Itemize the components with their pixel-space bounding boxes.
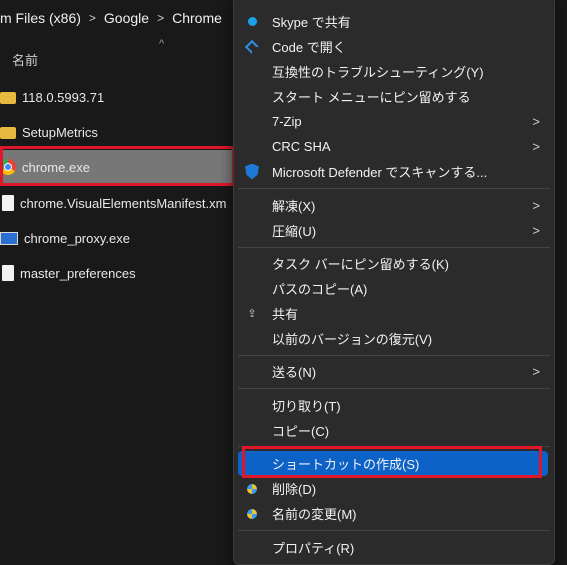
menu-item-pin-start[interactable]: スタート メニューにピン留めする (238, 84, 548, 109)
menu-item-extract[interactable]: 解凍(X) > (238, 193, 548, 218)
skype-icon (244, 14, 260, 30)
document-icon (2, 265, 14, 281)
menu-item-restore-versions[interactable]: 以前のバージョンの復元(V) (238, 326, 548, 351)
menu-item-create-shortcut[interactable]: ショートカットの作成(S) (238, 451, 548, 476)
column-header-name[interactable]: 名前 (12, 50, 38, 69)
menu-item-crc-sha[interactable]: CRC SHA > (238, 134, 548, 159)
menu-item-copy[interactable]: コピー(C) (238, 418, 548, 443)
menu-item-properties[interactable]: プロパティ(R) (238, 535, 548, 560)
list-item[interactable]: chrome.VisualElementsManifest.xm (0, 186, 240, 220)
menu-item-defender-scan[interactable]: Microsoft Defender でスキャンする... (238, 159, 548, 184)
menu-divider (238, 188, 550, 189)
document-icon (2, 195, 14, 211)
uac-shield-icon (244, 506, 260, 522)
menu-item-rename[interactable]: 名前の変更(M) (238, 501, 548, 526)
list-item[interactable]: 118.0.5993.71 (0, 80, 240, 114)
file-name: master_preferences (20, 265, 136, 281)
menu-item-copy-path[interactable]: パスのコピー(A) (238, 276, 548, 301)
menu-divider (238, 530, 550, 531)
chevron-right-icon: > (532, 223, 540, 238)
file-name: 118.0.5993.71 (22, 89, 105, 105)
chevron-right-icon: > (88, 11, 96, 25)
menu-divider (238, 247, 550, 248)
menu-item-cut[interactable]: 切り取り(T) (238, 393, 548, 418)
menu-item-7zip[interactable]: 7-Zip > (238, 109, 548, 134)
vscode-icon (244, 39, 260, 55)
file-name: chrome.exe (22, 159, 90, 175)
chevron-right-icon: > (532, 139, 540, 154)
breadcrumb-item-chrome[interactable]: Chrome (172, 10, 222, 26)
uac-shield-icon (244, 481, 260, 497)
chevron-right-icon: > (532, 198, 540, 213)
sort-ascending-icon: ^ (159, 38, 165, 50)
menu-item-send-to[interactable]: 送る(N) > (238, 359, 548, 384)
breadcrumb: m Files (x86) > Google > Chrome (0, 0, 260, 36)
file-name: SetupMetrics (22, 124, 98, 140)
list-item-selected[interactable]: chrome.exe (0, 150, 240, 184)
menu-divider (238, 388, 550, 389)
menu-item-share[interactable]: ⇪ 共有 (238, 301, 548, 326)
menu-item-open-with-code[interactable]: Code で開く (238, 34, 548, 59)
menu-divider (238, 446, 550, 447)
context-menu: Skype で共有 Code で開く 互換性のトラブルシューティング(Y) スタ… (233, 0, 555, 565)
menu-item-compatibility[interactable]: 互換性のトラブルシューティング(Y) (238, 59, 548, 84)
share-icon: ⇪ (247, 308, 257, 320)
menu-item-delete[interactable]: 削除(D) (238, 476, 548, 501)
folder-icon (0, 127, 16, 139)
list-item[interactable]: master_preferences (0, 256, 240, 290)
exe-icon (0, 231, 18, 245)
chevron-right-icon: > (157, 11, 165, 25)
menu-divider (238, 355, 550, 356)
list-item[interactable]: chrome_proxy.exe (0, 221, 240, 255)
menu-item-pin-taskbar[interactable]: タスク バーにピン留めする(K) (238, 251, 548, 276)
chrome-icon (0, 159, 16, 175)
file-name: chrome_proxy.exe (24, 230, 130, 246)
list-item[interactable]: SetupMetrics (0, 115, 240, 149)
chevron-right-icon: > (532, 114, 540, 129)
breadcrumb-item-google[interactable]: Google (104, 10, 149, 26)
file-name: chrome.VisualElementsManifest.xm (20, 195, 227, 211)
menu-item-compress[interactable]: 圧縮(U) > (238, 218, 548, 243)
shield-icon (244, 163, 260, 180)
chevron-right-icon: > (532, 364, 540, 379)
menu-item-skype-share[interactable]: Skype で共有 (238, 9, 548, 34)
breadcrumb-item-program-files[interactable]: m Files (x86) (0, 10, 81, 26)
folder-icon (0, 92, 16, 104)
